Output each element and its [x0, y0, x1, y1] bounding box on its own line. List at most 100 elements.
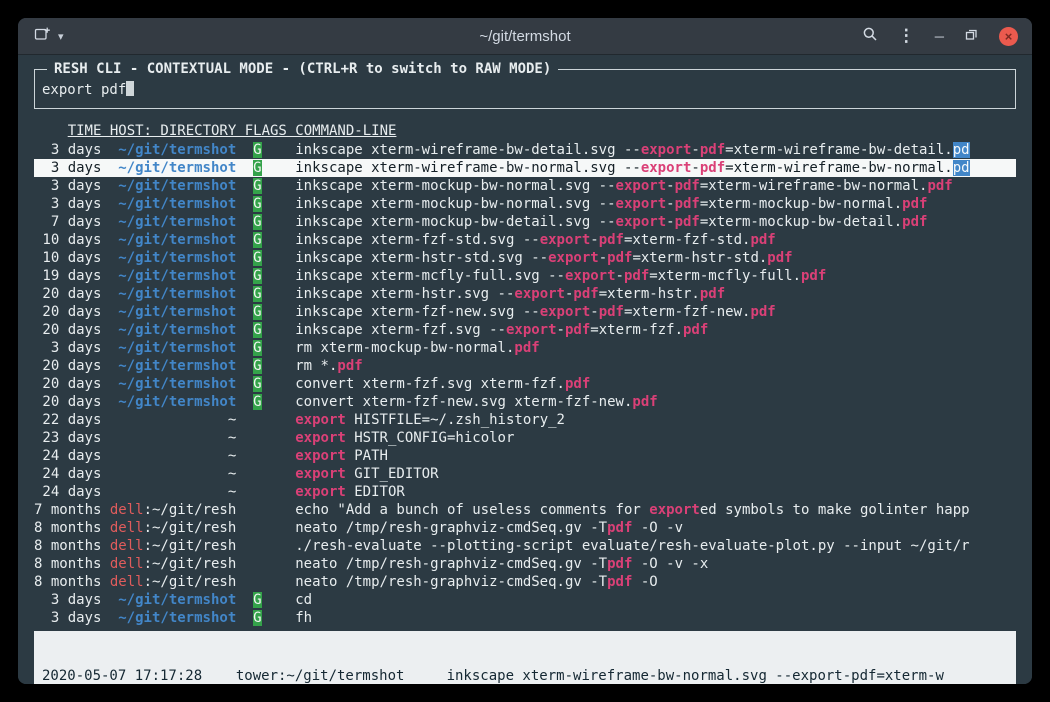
row-command: inkscape xterm-wireframe-bw-detail.svg -… — [295, 141, 1016, 159]
history-row[interactable]: 3 days~/git/termshotGcd — [34, 591, 1016, 609]
git-flag-badge: G — [253, 232, 261, 248]
history-row[interactable]: 19 days~/git/termshotGinkscape xterm-mcf… — [34, 267, 1016, 285]
row-flags: G — [245, 591, 287, 609]
row-host: ~/git/termshot — [110, 231, 236, 249]
row-time: 20 days — [34, 393, 101, 411]
close-button[interactable]: × — [999, 27, 1018, 46]
history-row[interactable]: 20 days~/git/termshotGinkscape xterm-hst… — [34, 285, 1016, 303]
row-time: 20 days — [34, 375, 101, 393]
git-flag-badge: G — [253, 394, 261, 410]
search-box-title: RESH CLI - CONTEXTUAL MODE - (CTRL+R to … — [47, 60, 558, 78]
git-flag-badge: G — [253, 358, 261, 374]
row-host: ~/git/termshot — [110, 159, 236, 177]
history-row[interactable]: 8 months dell:~/git/resh neato /tmp/resh-g… — [34, 555, 1016, 573]
history-row[interactable]: 20 days~/git/termshotGinkscape xterm-fzf… — [34, 321, 1016, 339]
row-flags — [245, 573, 287, 591]
search-button[interactable] — [862, 26, 878, 46]
row-flags: G — [245, 393, 287, 411]
row-command: neato /tmp/resh-graphviz-cmdSeq.gv -Tpdf… — [295, 555, 1016, 573]
history-row[interactable]: 3 days~/git/termshotGfh — [34, 609, 1016, 627]
row-command: rm *.pdf — [295, 357, 1016, 375]
row-host: ~/git/termshot — [110, 375, 236, 393]
row-command: inkscape xterm-mockup-bw-normal.svg --ex… — [295, 195, 1016, 213]
history-row[interactable]: 20 days~/git/termshotGinkscape xterm-fzf… — [34, 303, 1016, 321]
history-row[interactable]: 20 days~/git/termshotGconvert xterm-fzf-… — [34, 393, 1016, 411]
row-host: dell:~/git/resh — [110, 555, 236, 573]
menu-button[interactable]: ⋮ — [898, 26, 915, 46]
row-flags: G — [245, 177, 287, 195]
new-tab-button[interactable] — [34, 26, 51, 46]
row-time: 19 days — [34, 267, 101, 285]
minimize-button[interactable]: ─ — [935, 29, 944, 44]
history-row[interactable]: 10 days ~/git/termshot Ginkscape xterm-fzf… — [34, 231, 1016, 249]
git-flag-badge: G — [253, 160, 261, 176]
history-row[interactable]: 8 months dell:~/git/resh neato /tmp/resh-g… — [34, 519, 1016, 537]
row-command: inkscape xterm-mockup-bw-normal.svg --ex… — [295, 177, 1016, 195]
row-host: ~/git/termshot — [110, 177, 236, 195]
row-command: inkscape xterm-wireframe-bw-normal.svg -… — [295, 159, 1016, 177]
tab-dropdown-button[interactable]: ▾ — [58, 30, 64, 43]
row-time: 24 days — [34, 447, 101, 465]
row-host: dell:~/git/resh — [110, 519, 236, 537]
git-flag-badge: G — [253, 322, 261, 338]
history-row[interactable]: 3 days~/git/termshotGinkscape xterm-wire… — [34, 159, 1016, 177]
row-time: 8 months — [34, 519, 101, 537]
row-host: ~ — [110, 429, 236, 447]
search-box[interactable]: RESH CLI - CONTEXTUAL MODE - (CTRL+R to … — [34, 69, 1016, 109]
new-tab-icon — [34, 26, 51, 46]
search-input[interactable]: export pdf — [42, 82, 126, 98]
history-row[interactable]: 24 days~export PATH — [34, 447, 1016, 465]
history-row[interactable]: 20 days~/git/termshotGconvert xterm-fzf.… — [34, 375, 1016, 393]
row-command: inkscape xterm-mcfly-full.svg --export-p… — [295, 267, 1016, 285]
history-row[interactable]: 22 days~export HISTFILE=~/.zsh_history_2 — [34, 411, 1016, 429]
restore-icon — [964, 27, 979, 46]
history-row[interactable]: 8 monthsdell:~/git/resh./resh-evaluate -… — [34, 537, 1016, 555]
row-time: 3 days — [34, 339, 101, 357]
history-row[interactable]: 7 monthsdell:~/git/reshecho "Add a bunch… — [34, 501, 1016, 519]
terminal-content: RESH CLI - CONTEXTUAL MODE - (CTRL+R to … — [18, 55, 1032, 684]
git-flag-badge: G — [253, 340, 261, 356]
history-row[interactable]: 3 days~/git/termshotGinkscape xterm-mock… — [34, 195, 1016, 213]
row-command: echo "Add a bunch of useless comments fo… — [295, 501, 1016, 519]
row-command: export EDITOR — [295, 483, 1016, 501]
history-row[interactable]: 20 days~/git/termshotGrm *.pdf — [34, 357, 1016, 375]
row-flags: G — [245, 609, 287, 627]
history-row[interactable]: 3 days ~/git/termshot Ginkscape xterm-mock… — [34, 177, 1016, 195]
history-row[interactable]: 10 days~/git/termshotGinkscape xterm-hst… — [34, 249, 1016, 267]
history-row[interactable]: 8 monthsdell:~/git/reshneato /tmp/resh-g… — [34, 573, 1016, 591]
row-host: ~ — [110, 465, 236, 483]
row-command: export HSTR_CONFIG=hicolor — [295, 429, 1016, 447]
history-row[interactable]: 7 days~/git/termshotGinkscape xterm-mock… — [34, 213, 1016, 231]
row-command: neato /tmp/resh-graphviz-cmdSeq.gv -Tpdf… — [295, 519, 1016, 537]
row-command: convert xterm-fzf.svg xterm-fzf.pdf — [295, 375, 1016, 393]
history-row[interactable]: 24 days~export EDITOR — [34, 483, 1016, 501]
text-cursor — [126, 81, 134, 96]
row-time: 20 days — [34, 303, 101, 321]
row-time: 8 months — [34, 537, 101, 555]
row-host: ~/git/termshot — [110, 285, 236, 303]
git-flag-badge: G — [253, 610, 261, 626]
kebab-menu-icon: ⋮ — [898, 26, 915, 46]
status-bar: 2020-05-07 17:17:28 tower:~/git/termshot… — [34, 631, 1016, 684]
history-row[interactable]: 3 days~/git/termshotGrm xterm-mockup-bw-… — [34, 339, 1016, 357]
row-time: 10 days — [34, 249, 101, 267]
history-row[interactable]: 24 days~export GIT_EDITOR — [34, 465, 1016, 483]
row-time: 3 days — [34, 177, 101, 195]
row-command: inkscape xterm-fzf-new.svg --export-pdf=… — [295, 303, 1016, 321]
chevron-down-icon: ▾ — [58, 30, 64, 43]
row-time: 7 months — [34, 501, 101, 519]
row-time: 23 days — [34, 429, 101, 447]
row-command: inkscape xterm-fzf-std.svg --export-pdf=… — [295, 231, 1016, 249]
history-row[interactable]: 23 days ~ export HSTR_CONFIG=hicolor — [34, 429, 1016, 447]
row-command: export HISTFILE=~/.zsh_history_2 — [295, 411, 1016, 429]
row-flags — [245, 537, 287, 555]
row-flags: G — [245, 357, 287, 375]
row-time: 10 days — [34, 231, 101, 249]
row-time: 8 months — [34, 555, 101, 573]
row-flags — [245, 501, 287, 519]
git-flag-badge: G — [253, 196, 261, 212]
git-flag-badge: G — [253, 250, 261, 266]
restore-button[interactable] — [964, 27, 979, 46]
history-row[interactable]: 3 days~/git/termshotGinkscape xterm-wire… — [34, 141, 1016, 159]
row-time: 20 days — [34, 321, 101, 339]
